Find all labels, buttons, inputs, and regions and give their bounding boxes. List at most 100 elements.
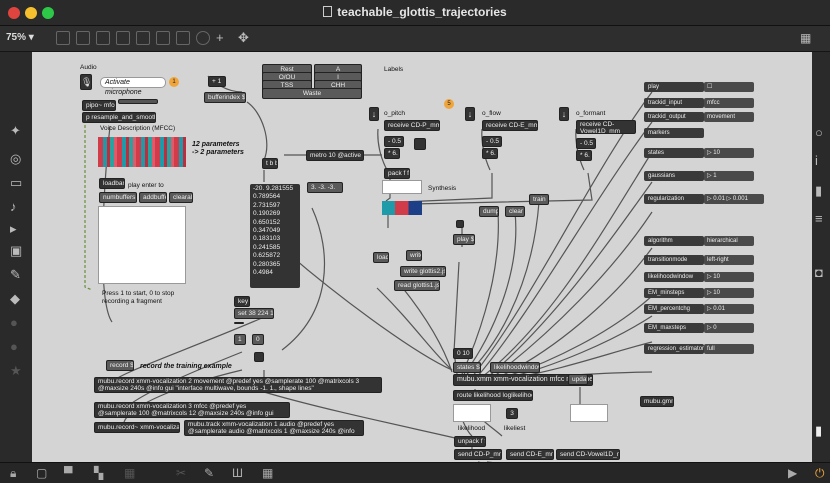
mubu-record-mfcc-object[interactable]: mubu.record xmm-vocalization 3 mfcc @pre…	[94, 402, 290, 418]
receive-formant-object[interactable]: receive CD-Vowel1D_mm	[576, 120, 636, 134]
unpack-object[interactable]: unpack f f f	[454, 436, 486, 447]
loadbang-object[interactable]: loadbang	[99, 178, 125, 189]
new-number-icon[interactable]	[176, 31, 190, 45]
likeliest-number[interactable]: 3	[506, 408, 518, 419]
mubu-gmm-object[interactable]: mubu.gmm	[640, 396, 674, 407]
formant-times-object[interactable]: * 6.	[576, 150, 592, 161]
link-icon[interactable]: ✎	[10, 268, 21, 282]
formant-inlet-icon[interactable]: ↓	[559, 107, 569, 121]
new-toggle-icon[interactable]	[156, 31, 170, 45]
read-json-message[interactable]: read glottis1.json	[394, 280, 440, 291]
buffer-view[interactable]	[98, 206, 186, 284]
play-icon[interactable]: ▶	[788, 466, 797, 480]
send-pitch-object[interactable]: send CD-P_mm	[454, 449, 502, 460]
stop-icon[interactable]: ●	[10, 340, 18, 354]
write-message[interactable]: write	[406, 250, 422, 261]
metro-object[interactable]: metro 10 @active 1	[306, 150, 364, 161]
pipo-mfcc-object[interactable]: pipo~ mfcc	[82, 100, 116, 111]
initial-values-message[interactable]: 3. -3. -3.	[307, 182, 343, 193]
resample-smooth-object[interactable]: p resample_and_smooth	[82, 112, 156, 123]
key-object[interactable]: key	[234, 296, 250, 307]
receive-pitch-object[interactable]: receive CD-P_mm	[384, 120, 440, 131]
param-value-em-percentchg[interactable]: ▷ 0.01	[704, 304, 754, 314]
update-message[interactable]: update	[568, 374, 588, 385]
clear-message[interactable]: clear	[505, 206, 525, 217]
flow-inlet-icon[interactable]: ↓	[465, 107, 475, 121]
list-icon[interactable]: ≡	[815, 212, 823, 226]
microphone-icon[interactable]: 🎙︎	[80, 74, 92, 90]
pitch-inlet-icon[interactable]: ↓	[369, 107, 379, 121]
wrench-icon[interactable]: ✎	[204, 466, 214, 480]
numbuffers-message[interactable]: numbuffers 3	[99, 192, 137, 203]
record-message[interactable]: record $1	[106, 360, 134, 371]
star-icon[interactable]: ★	[10, 364, 22, 378]
dump-message[interactable]: dump	[479, 206, 499, 217]
jitter-icon[interactable]: ▸	[10, 222, 17, 236]
new-message-icon[interactable]	[96, 31, 110, 45]
send-formant-object[interactable]: send CD-Vowel1D_mm	[556, 449, 620, 460]
formant-minus-object[interactable]: - 0.5	[576, 138, 596, 149]
grid-icon[interactable]: ▦	[800, 31, 811, 45]
likelihoodwindow-message[interactable]: likelihoodwindow $1	[490, 362, 540, 373]
pack-object[interactable]: pack f f f	[384, 168, 410, 179]
plus-one-object[interactable]: + 1	[208, 76, 226, 87]
set-key-message[interactable]: set 38 224 13	[234, 308, 274, 319]
mubu-record-audio-object[interactable]: mubu.record~ xmm-vocalization audio	[94, 422, 180, 433]
param-value-trackid-output[interactable]: movement	[704, 112, 754, 122]
param-value-em-minsteps[interactable]: ▷ 10	[704, 288, 754, 298]
music-icon[interactable]: ♪	[10, 200, 17, 214]
add-icon[interactable]: ✦	[10, 124, 21, 138]
bars-icon[interactable]: Ш	[232, 466, 243, 480]
activate-microphone-button[interactable]: Activate microphone	[100, 77, 166, 96]
zero-message[interactable]: 0	[252, 334, 264, 345]
image-icon[interactable]: ▣	[10, 244, 22, 258]
plug-icon[interactable]: ◆	[10, 292, 20, 306]
columns-icon[interactable]: ▮	[815, 184, 822, 198]
bufferindex-message[interactable]: bufferindex $1	[204, 92, 246, 103]
param-value-regression-estimator[interactable]: full	[704, 344, 754, 354]
comment-icon[interactable]: ▀	[64, 466, 73, 480]
pitch-times-object[interactable]: * 6.	[384, 148, 400, 159]
play-message[interactable]: play $1	[453, 234, 475, 245]
new-comment-icon[interactable]	[116, 31, 130, 45]
load-message[interactable]: load	[373, 252, 389, 263]
send-flow-object[interactable]: send CD-E_mm	[506, 449, 554, 460]
record-toggle[interactable]	[254, 352, 264, 362]
flow-minus-object[interactable]: - 0.5	[482, 136, 502, 147]
pause-icon[interactable]: ●	[10, 316, 18, 330]
states-message[interactable]: states $1	[453, 362, 481, 373]
clearall-message[interactable]: clearall	[169, 192, 193, 203]
train-message[interactable]: train	[529, 194, 549, 205]
param-value-transitionmode[interactable]: left-right	[704, 255, 754, 265]
write-json-message[interactable]: write glottis2.json	[400, 266, 446, 277]
play-bang-button[interactable]	[456, 220, 464, 228]
target-icon[interactable]: ◎	[10, 152, 21, 166]
toggle-one[interactable]	[234, 322, 244, 324]
pitch-bang-button[interactable]	[414, 138, 426, 150]
lock-icon[interactable]: 🔒︎	[10, 466, 16, 481]
info-icon[interactable]: i	[815, 154, 818, 168]
param-value-gaussians[interactable]: ▷ 1	[704, 171, 754, 181]
hand-tool-icon[interactable]: ✥	[238, 31, 249, 45]
patcher-canvas[interactable]: Audio 🎙︎ Activate microphone 1 pipo~ mfc…	[32, 52, 812, 462]
presentation-icon[interactable]: ▢	[36, 466, 47, 480]
param-value-likelihoodwindow[interactable]: ▷ 10	[704, 272, 754, 282]
label-button-waste[interactable]: Waste	[262, 88, 362, 99]
new-button-icon[interactable]	[136, 31, 150, 45]
add-object-icon[interactable]: +	[216, 31, 224, 45]
param-value-play[interactable]: ☐	[704, 82, 754, 92]
camera-icon[interactable]: ◘	[815, 266, 823, 280]
param-value-em-maxsteps[interactable]: ▷ 0	[704, 323, 754, 333]
new-object-icon[interactable]	[76, 31, 90, 45]
zoom-level[interactable]: 75% ▾	[6, 32, 34, 43]
grid-snap-icon[interactable]: ▦	[124, 466, 135, 480]
debug-icon[interactable]: ✂	[176, 466, 186, 480]
param-value-algorithm[interactable]: hierarchical	[704, 236, 754, 246]
mubu-record-movement-object[interactable]: mubu.record xmm-vocalization 2 movement …	[94, 377, 382, 393]
zero-ten-object[interactable]: 0 10	[453, 348, 473, 359]
param-value-states[interactable]: ▷ 10	[704, 148, 754, 158]
param-value-trackid-input[interactable]: mfcc	[704, 98, 754, 108]
keyboard-icon[interactable]: ▦	[262, 466, 273, 480]
flow-times-object[interactable]: * 6.	[482, 148, 498, 159]
trigger-bb-object[interactable]: t b b	[262, 158, 278, 169]
